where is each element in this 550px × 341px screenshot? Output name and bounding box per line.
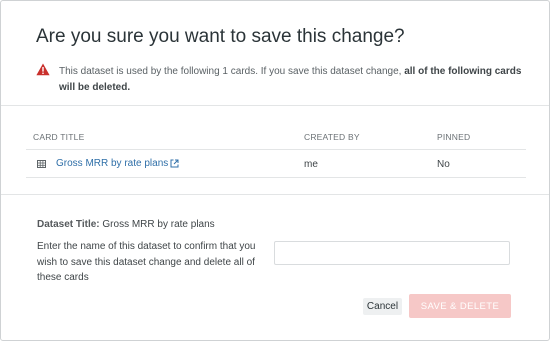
dialog-title: Are you sure you want to save this chang… [36, 26, 405, 47]
card-title-link[interactable]: Gross MRR by rate plans [56, 158, 168, 169]
dataset-title-value: Gross MRR by rate plans [99, 219, 215, 230]
divider [1, 194, 549, 195]
external-link-icon[interactable] [170, 159, 179, 168]
grid-icon [37, 160, 46, 168]
column-header-pinned: PINNED [437, 132, 471, 142]
warning-text-prefix: This dataset is used by the following 1 … [59, 66, 405, 77]
save-and-delete-button[interactable]: SAVE & DELETE [409, 294, 511, 318]
divider [1, 105, 549, 106]
column-header-card-title: CARD TITLE [33, 132, 85, 142]
created-by-cell: me [304, 159, 318, 170]
column-header-created-by: CREATED BY [304, 132, 360, 142]
confirm-instruction-label: Enter the name of this dataset to confir… [37, 241, 256, 283]
confirm-save-dialog: Are you sure you want to save this chang… [0, 0, 550, 341]
pinned-cell: No [437, 159, 450, 170]
cancel-button[interactable]: Cancel [363, 298, 402, 315]
dataset-title: Dataset Title: Gross MRR by rate plans [37, 219, 215, 230]
warning-text: This dataset is used by the following 1 … [59, 64, 534, 96]
table-row-divider [26, 177, 526, 178]
table-header-divider [26, 149, 526, 150]
warning-triangle-icon [36, 63, 50, 76]
dataset-title-label: Dataset Title: [37, 219, 100, 230]
dataset-name-confirm-input[interactable] [274, 241, 510, 265]
